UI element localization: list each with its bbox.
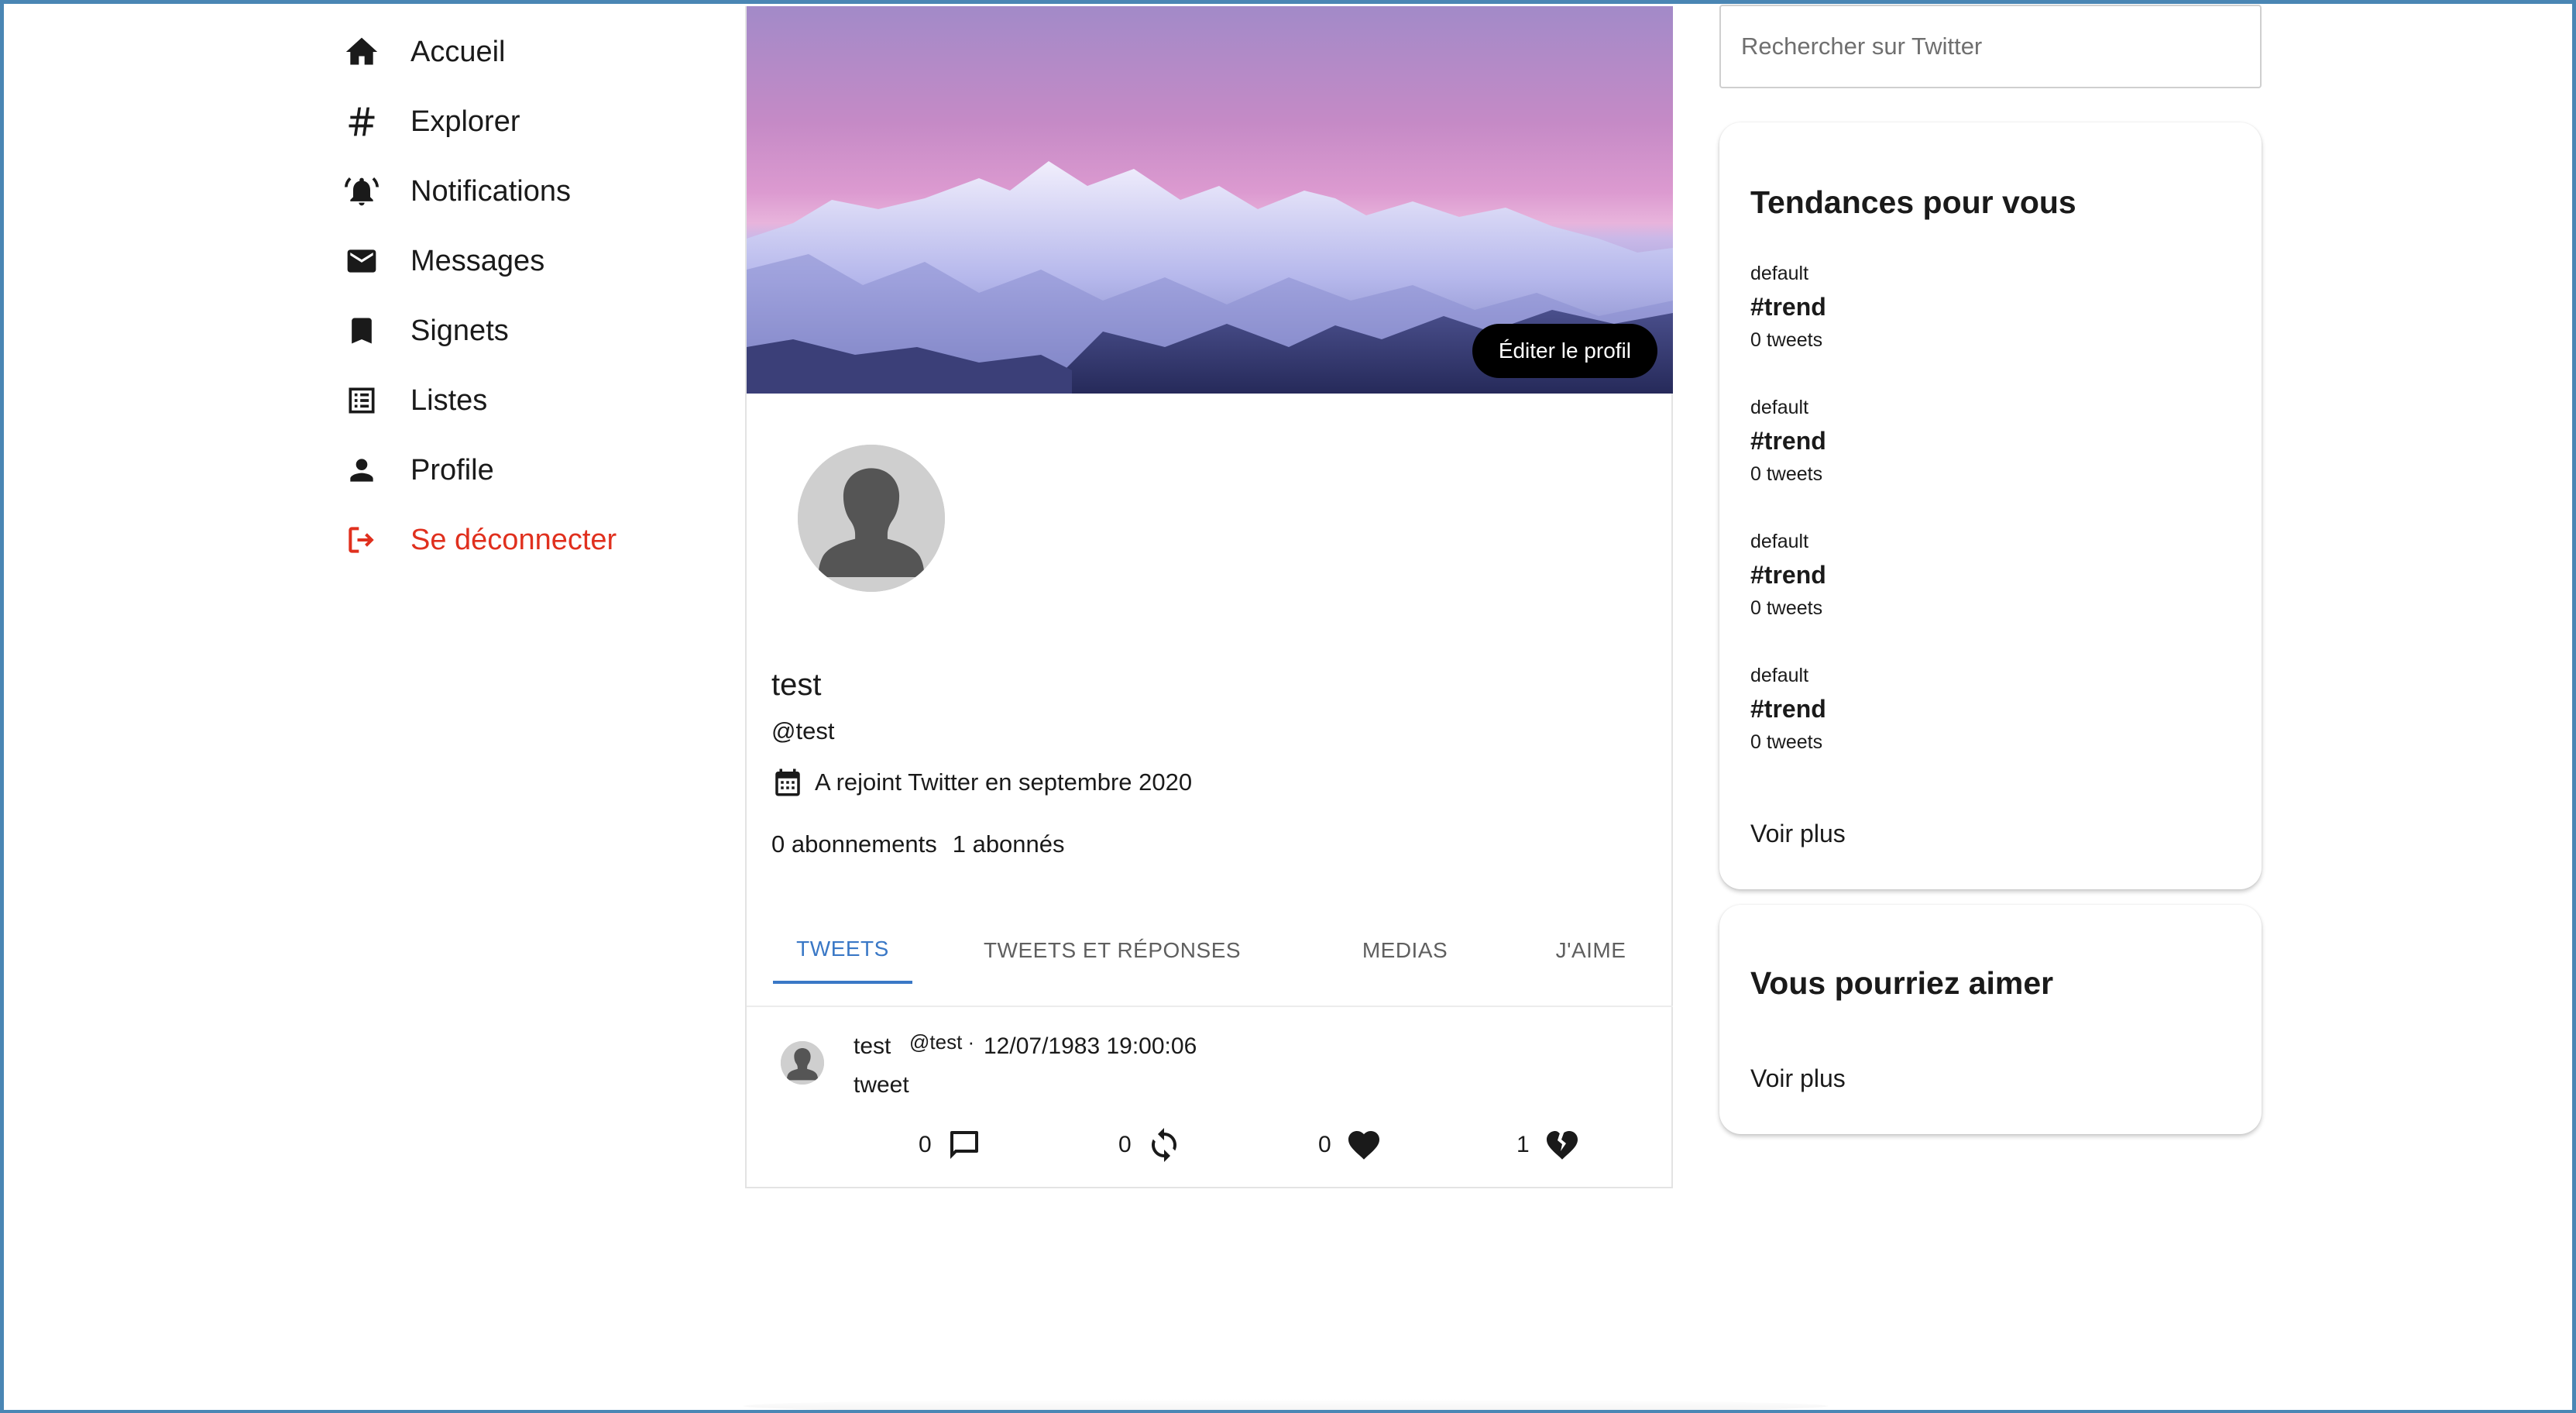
nav-item-explore[interactable]: Explorer bbox=[341, 87, 713, 156]
joined-date: A rejoint Twitter en septembre 2020 bbox=[771, 765, 1192, 799]
tab-tweets[interactable]: TWEETS bbox=[773, 917, 912, 984]
suggestions-see-more-link[interactable]: Voir plus bbox=[1750, 1064, 1846, 1093]
nav-item-label: Se déconnecter bbox=[410, 523, 617, 556]
tweet-date: 12/07/1983 19:00:06 bbox=[984, 1033, 1197, 1059]
envelope-icon bbox=[341, 240, 383, 282]
like-button[interactable]: 0 bbox=[1318, 1126, 1382, 1164]
trend-category: default bbox=[1750, 397, 1809, 418]
followers-count[interactable]: 1 abonnés bbox=[953, 830, 1065, 858]
trend-count: 0 tweets bbox=[1750, 731, 1823, 753]
nav-item-label: Explorer bbox=[410, 105, 520, 138]
tweet-author-name[interactable]: test bbox=[854, 1033, 891, 1060]
suggestions-card: Vous pourriez aimer Voir plus bbox=[1719, 905, 2262, 1134]
tab-tweets-and-replies[interactable]: TWEETS ET RÉPONSES bbox=[965, 917, 1259, 984]
like-count: 0 bbox=[1318, 1132, 1331, 1157]
dislike-button[interactable]: 1 bbox=[1516, 1126, 1581, 1164]
nav-item-notifications[interactable]: Notifications bbox=[341, 156, 713, 226]
tweet-avatar[interactable] bbox=[781, 1041, 824, 1085]
trend-item[interactable]: default #trend 0 tweets bbox=[1750, 259, 1826, 355]
nav-item-messages[interactable]: Messages bbox=[341, 226, 713, 296]
trend-item[interactable]: default #trend 0 tweets bbox=[1750, 393, 1826, 489]
tweet-text: tweet bbox=[854, 1072, 909, 1098]
person-icon bbox=[341, 449, 383, 491]
nav-item-label: Profile bbox=[410, 453, 494, 486]
nav-item-label: Accueil bbox=[410, 35, 506, 68]
retweet-button[interactable]: 0 bbox=[1118, 1126, 1183, 1164]
bell-icon bbox=[341, 170, 383, 212]
trend-category: default bbox=[1750, 263, 1809, 284]
tweet-author-handle: @test · bbox=[909, 1030, 975, 1054]
comment-icon bbox=[950, 1131, 978, 1159]
trend-count: 0 tweets bbox=[1750, 329, 1823, 351]
following-count[interactable]: 0 abonnements bbox=[771, 830, 937, 858]
refresh-icon bbox=[1151, 1128, 1176, 1162]
profile-name: test bbox=[771, 668, 822, 702]
nav-item-label: Signets bbox=[410, 314, 509, 347]
trend-hashtag[interactable]: #trend bbox=[1750, 422, 1826, 459]
decorative-shadow bbox=[744, 1399, 1828, 1413]
list-icon bbox=[341, 380, 383, 421]
joined-text: A rejoint Twitter en septembre 2020 bbox=[815, 768, 1193, 796]
nav-item-logout[interactable]: Se déconnecter bbox=[341, 505, 713, 575]
default-avatar-icon bbox=[798, 445, 945, 592]
trend-hashtag[interactable]: #trend bbox=[1750, 690, 1826, 727]
follow-stats: 0 abonnements 1 abonnés bbox=[771, 830, 1080, 858]
trend-count: 0 tweets bbox=[1750, 463, 1823, 485]
reply-count: 0 bbox=[919, 1132, 932, 1157]
edit-profile-button[interactable]: Éditer le profil bbox=[1472, 324, 1657, 378]
trend-hashtag[interactable]: #trend bbox=[1750, 288, 1826, 325]
bookmark-icon bbox=[341, 310, 383, 352]
trend-hashtag[interactable]: #trend bbox=[1750, 556, 1826, 593]
search-input[interactable] bbox=[1719, 5, 2262, 88]
default-avatar-icon bbox=[781, 1041, 824, 1085]
nav-item-label: Notifications bbox=[410, 174, 571, 208]
trend-category: default bbox=[1750, 531, 1809, 552]
sidebar-nav: Accueil Explorer Notifications Messages … bbox=[341, 17, 713, 575]
nav-item-label: Messages bbox=[410, 244, 545, 277]
avatar[interactable] bbox=[798, 445, 945, 592]
logout-icon bbox=[341, 519, 383, 561]
broken-heart-icon bbox=[1546, 1131, 1578, 1160]
nav-item-bookmarks[interactable]: Signets bbox=[341, 296, 713, 366]
hashtag-icon bbox=[341, 101, 383, 143]
tab-medias[interactable]: MEDIAS bbox=[1329, 917, 1481, 984]
suggestions-title: Vous pourriez aimer bbox=[1750, 965, 2054, 1001]
trend-count: 0 tweets bbox=[1750, 597, 1823, 619]
home-icon bbox=[341, 31, 383, 73]
tweet-item[interactable]: test @test · 12/07/1983 19:00:06 tweet 0… bbox=[747, 1010, 1673, 1188]
profile-handle: @test bbox=[771, 717, 835, 744]
nav-item-lists[interactable]: Listes bbox=[341, 366, 713, 435]
retweet-count: 0 bbox=[1118, 1132, 1132, 1157]
heart-icon bbox=[1348, 1131, 1379, 1160]
profile-banner: Éditer le profil bbox=[747, 6, 1673, 394]
trends-card: Tendances pour vous default #trend 0 twe… bbox=[1719, 122, 2262, 889]
tab-likes[interactable]: J'AIME bbox=[1529, 917, 1653, 984]
reply-button[interactable]: 0 bbox=[919, 1126, 983, 1164]
trends-see-more-link[interactable]: Voir plus bbox=[1750, 820, 1846, 848]
profile-tabs: TWEETS TWEETS ET RÉPONSES MEDIAS J'AIME bbox=[747, 917, 1673, 984]
trends-title: Tendances pour vous bbox=[1750, 184, 2076, 220]
dislike-count: 1 bbox=[1516, 1132, 1530, 1157]
trend-category: default bbox=[1750, 665, 1809, 686]
nav-item-label: Listes bbox=[410, 383, 488, 417]
nav-item-profile[interactable]: Profile bbox=[341, 435, 713, 505]
calendar-icon bbox=[775, 768, 800, 796]
trend-item[interactable]: default #trend 0 tweets bbox=[1750, 527, 1826, 623]
nav-item-home[interactable]: Accueil bbox=[341, 17, 713, 87]
profile-column: Éditer le profil test @test A rejoint Tw… bbox=[745, 6, 1673, 1188]
divider bbox=[747, 1006, 1673, 1007]
trend-item[interactable]: default #trend 0 tweets bbox=[1750, 661, 1826, 757]
